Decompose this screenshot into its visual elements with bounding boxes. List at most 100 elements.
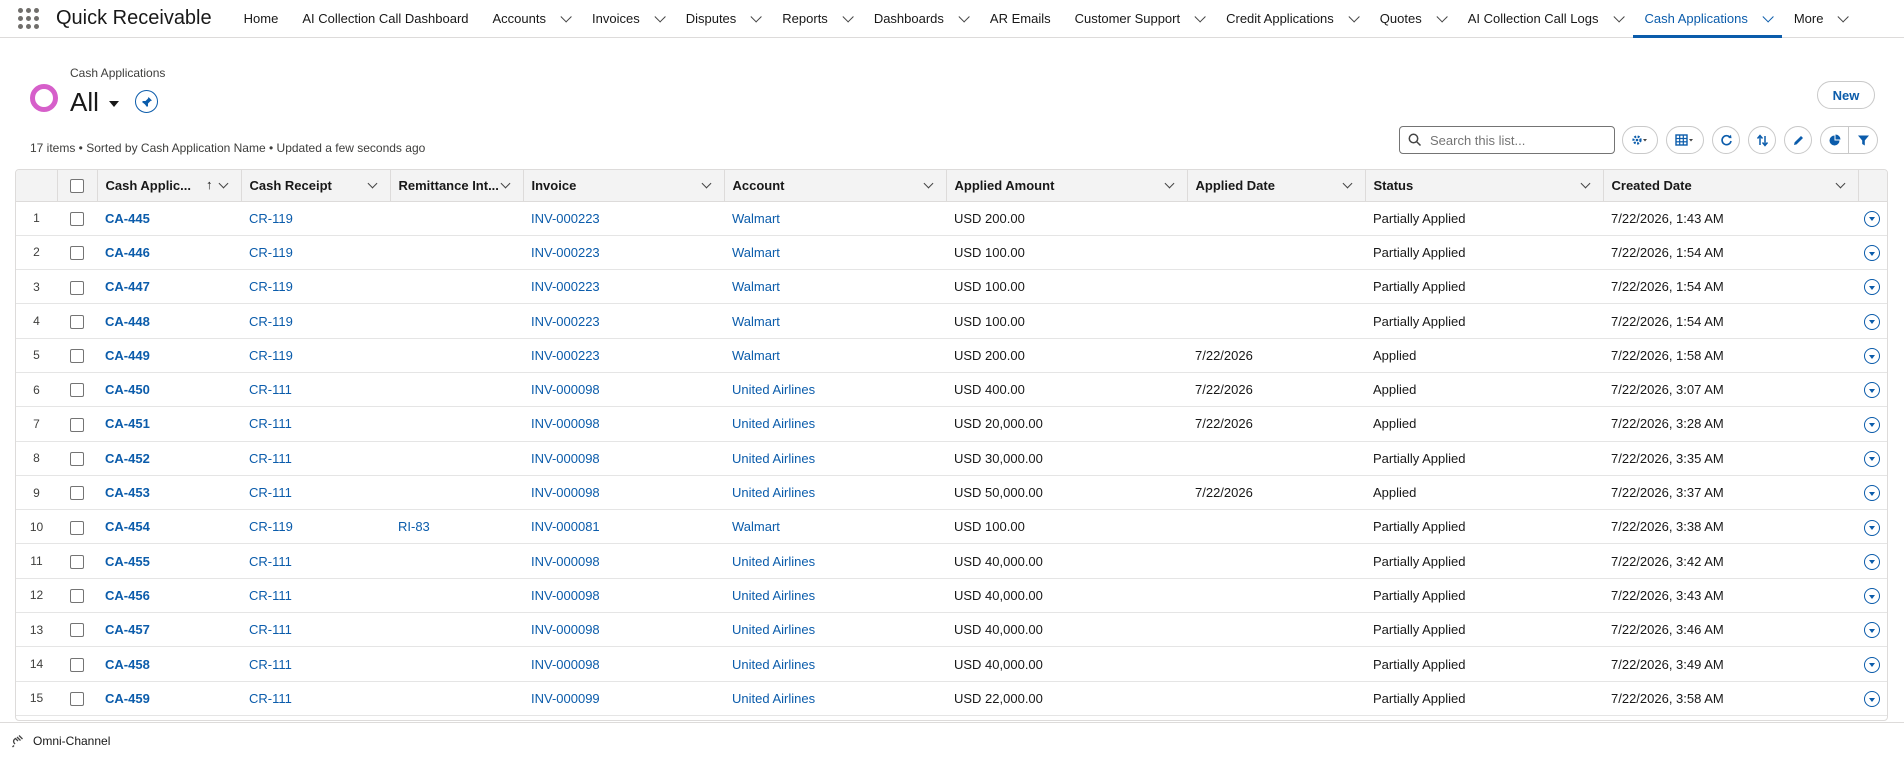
row-actions-dropdown-icon[interactable] (1864, 210, 1880, 227)
account-link[interactable]: United Airlines (732, 657, 815, 672)
chevron-down-icon[interactable] (958, 10, 970, 23)
name-link[interactable]: CA-453 (105, 485, 150, 500)
chevron-down-icon[interactable] (654, 10, 666, 23)
name-link[interactable]: CA-458 (105, 657, 150, 672)
row-checkbox[interactable] (70, 211, 84, 226)
row-checkbox[interactable] (70, 554, 84, 569)
column-menu-chevron-icon[interactable] (500, 178, 510, 189)
row-checkbox[interactable] (70, 623, 84, 638)
invoice-link[interactable]: INV-000098 (531, 588, 600, 603)
account-link[interactable]: United Airlines (732, 691, 815, 706)
invoice-link[interactable]: INV-000223 (531, 245, 600, 260)
row-actions-dropdown-icon[interactable] (1864, 485, 1880, 502)
column-menu-chevron-icon[interactable] (701, 178, 711, 189)
name-link[interactable]: CA-446 (105, 245, 150, 260)
nav-item-ai-collection-call-dashboard[interactable]: AI Collection Call Dashboard (290, 0, 480, 38)
nav-item-accounts[interactable]: Accounts (481, 0, 580, 38)
sort-button[interactable] (1748, 126, 1776, 154)
omni-channel-label[interactable]: Omni-Channel (33, 734, 110, 748)
column-menu-chevron-icon[interactable] (1835, 178, 1845, 189)
name-link[interactable]: CA-456 (105, 588, 150, 603)
receipt-link[interactable]: CR-111 (249, 622, 292, 637)
row-actions-dropdown-icon[interactable] (1864, 348, 1880, 365)
new-button[interactable]: New (1817, 81, 1875, 109)
receipt-link[interactable]: CR-111 (249, 657, 292, 672)
nav-item-ai-collection-call-logs[interactable]: AI Collection Call Logs (1456, 0, 1633, 38)
row-actions-dropdown-icon[interactable] (1864, 279, 1880, 296)
column-header-applied_date[interactable]: Applied Date (1187, 170, 1366, 202)
name-link[interactable]: CA-459 (105, 691, 150, 706)
nav-item-more[interactable]: More (1782, 0, 1858, 38)
nav-item-disputes[interactable]: Disputes (674, 0, 771, 38)
receipt-link[interactable]: CR-111 (249, 691, 292, 706)
row-checkbox[interactable] (70, 692, 84, 707)
invoice-link[interactable]: INV-000098 (531, 485, 600, 500)
receipt-link[interactable]: CR-111 (249, 451, 292, 466)
name-link[interactable]: CA-450 (105, 382, 150, 397)
row-checkbox[interactable] (70, 417, 84, 432)
row-checkbox[interactable] (70, 280, 84, 295)
name-link[interactable]: CA-452 (105, 451, 150, 466)
row-actions-dropdown-icon[interactable] (1864, 588, 1880, 605)
receipt-link[interactable]: CR-119 (249, 314, 293, 329)
chevron-down-icon[interactable] (1194, 10, 1206, 23)
display-as-button[interactable] (1666, 126, 1704, 154)
row-actions-dropdown-icon[interactable] (1864, 622, 1880, 639)
column-header-account[interactable]: Account (724, 170, 947, 202)
row-actions-dropdown-icon[interactable] (1864, 553, 1880, 570)
chevron-down-icon[interactable] (560, 10, 572, 23)
name-link[interactable]: CA-449 (105, 348, 150, 363)
account-link[interactable]: Walmart (732, 519, 780, 534)
account-link[interactable]: Walmart (732, 279, 780, 294)
chevron-down-icon[interactable] (1348, 10, 1360, 23)
receipt-link[interactable]: CR-111 (249, 588, 292, 603)
receipt-link[interactable]: CR-119 (249, 348, 293, 363)
list-view-selector[interactable]: All (70, 87, 119, 118)
row-checkbox[interactable] (70, 589, 84, 604)
chevron-down-icon[interactable] (1436, 10, 1448, 23)
row-checkbox[interactable] (70, 657, 84, 672)
nav-item-ar-emails[interactable]: AR Emails (978, 0, 1063, 38)
row-checkbox[interactable] (70, 520, 84, 535)
account-link[interactable]: United Airlines (732, 554, 815, 569)
receipt-link[interactable]: CR-119 (249, 211, 293, 226)
column-header-created[interactable]: Created Date (1603, 170, 1859, 202)
chevron-down-icon[interactable] (1612, 10, 1625, 23)
row-actions-dropdown-icon[interactable] (1864, 245, 1880, 262)
row-actions-dropdown-icon[interactable] (1864, 382, 1880, 399)
account-link[interactable]: Walmart (732, 211, 780, 226)
nav-item-customer-support[interactable]: Customer Support (1063, 0, 1215, 38)
nav-item-invoices[interactable]: Invoices (580, 0, 674, 38)
name-link[interactable]: CA-455 (105, 554, 150, 569)
receipt-link[interactable]: CR-111 (249, 382, 292, 397)
row-actions-dropdown-icon[interactable] (1864, 656, 1880, 673)
row-actions-dropdown-icon[interactable] (1864, 416, 1880, 433)
invoice-link[interactable]: INV-000098 (531, 451, 600, 466)
invoice-link[interactable]: INV-000098 (531, 554, 600, 569)
invoice-link[interactable]: INV-000099 (531, 691, 600, 706)
search-list-input[interactable]: Search this list... (1399, 126, 1615, 154)
account-link[interactable]: United Airlines (732, 485, 815, 500)
account-link[interactable]: Walmart (732, 245, 780, 260)
name-link[interactable]: CA-445 (105, 211, 150, 226)
nav-item-home[interactable]: Home (232, 0, 291, 38)
chevron-down-icon[interactable] (1762, 10, 1774, 23)
receipt-link[interactable]: CR-111 (249, 416, 292, 431)
column-header-name[interactable]: Cash Applic... ↑ (97, 170, 242, 202)
invoice-link[interactable]: INV-000223 (531, 211, 600, 226)
select-all-checkbox[interactable] (70, 179, 84, 194)
column-header-status[interactable]: Status (1365, 170, 1604, 202)
account-link[interactable]: United Airlines (732, 622, 815, 637)
app-launcher-icon[interactable] (18, 7, 40, 30)
chevron-down-icon[interactable] (1837, 10, 1850, 23)
account-link[interactable]: Walmart (732, 314, 780, 329)
column-header-receipt[interactable]: Cash Receipt (241, 170, 391, 202)
name-link[interactable]: CA-454 (105, 519, 150, 534)
invoice-link[interactable]: INV-000098 (531, 622, 600, 637)
receipt-link[interactable]: CR-119 (249, 519, 293, 534)
edit-list-button[interactable] (1784, 126, 1812, 154)
nav-item-credit-applications[interactable]: Credit Applications (1214, 0, 1368, 38)
row-actions-dropdown-icon[interactable] (1864, 691, 1880, 708)
name-link[interactable]: CA-448 (105, 314, 150, 329)
nav-item-dashboards[interactable]: Dashboards (862, 0, 978, 38)
